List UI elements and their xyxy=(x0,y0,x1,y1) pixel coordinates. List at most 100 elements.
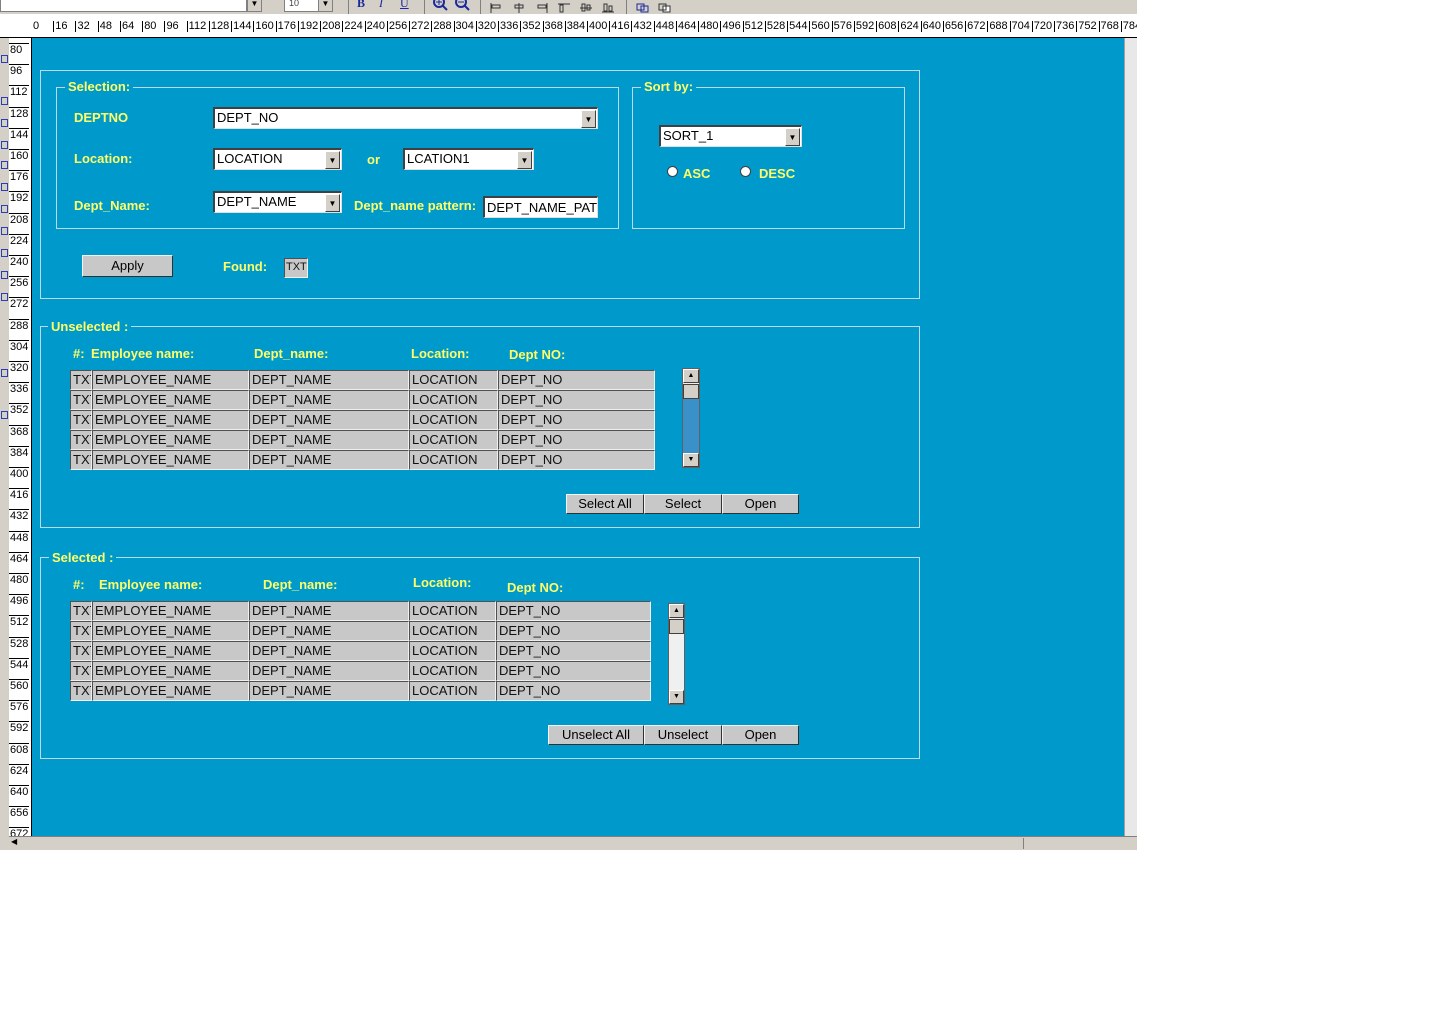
align-center-icon[interactable] xyxy=(513,0,525,14)
chevron-down-icon[interactable]: ▼ xyxy=(325,194,340,212)
palette-tool-icon[interactable] xyxy=(1,183,8,191)
apply-button[interactable]: Apply xyxy=(82,255,173,277)
palette-tool-icon[interactable] xyxy=(1,369,8,377)
palette-tool-icon[interactable] xyxy=(1,293,8,301)
align-middle-icon[interactable] xyxy=(580,0,592,14)
font-size-combo[interactable]: 10 xyxy=(284,0,320,12)
underline-button[interactable]: U xyxy=(400,0,409,10)
table-cell-num[interactable]: TXT xyxy=(70,661,92,681)
align-right-icon[interactable] xyxy=(536,0,548,14)
zoom-out-icon[interactable] xyxy=(454,0,470,14)
palette-tool-icon[interactable] xyxy=(1,205,8,213)
font-size-dropdown-button[interactable]: ▼ xyxy=(318,0,333,12)
table-cell-dept_no[interactable]: DEPT_NO xyxy=(496,681,651,701)
scroll-down-icon[interactable]: ▼ xyxy=(669,690,684,704)
unselect-all-button[interactable]: Unselect All xyxy=(548,725,644,745)
unselect-button[interactable]: Unselect xyxy=(644,725,722,745)
table-cell-dept_name[interactable]: DEPT_NAME xyxy=(249,601,409,621)
scroll-up-icon[interactable]: ▲ xyxy=(683,369,699,383)
table-cell-employee[interactable]: EMPLOYEE_NAME xyxy=(92,430,249,450)
table-cell-num[interactable]: TXT xyxy=(70,430,92,450)
deptno-select[interactable]: DEPT_NO ▼ xyxy=(213,107,598,129)
table-cell-dept_no[interactable]: DEPT_NO xyxy=(498,430,655,450)
select-all-button[interactable]: Select All xyxy=(566,494,644,514)
table-cell-employee[interactable]: EMPLOYEE_NAME xyxy=(92,681,249,701)
table-cell-location[interactable]: LOCATION xyxy=(409,621,496,641)
table-cell-dept_no[interactable]: DEPT_NO xyxy=(496,641,651,661)
location-select[interactable]: LOCATION ▼ xyxy=(213,148,342,170)
selected-scrollbar[interactable]: ▲ ▼ xyxy=(668,603,685,705)
table-cell-location[interactable]: LOCATION xyxy=(409,681,496,701)
align-top-icon[interactable] xyxy=(558,0,570,14)
table-cell-employee[interactable]: EMPLOYEE_NAME xyxy=(92,601,249,621)
chevron-down-icon[interactable]: ▼ xyxy=(325,151,340,169)
scroll-left-icon[interactable]: ◀ xyxy=(11,837,17,846)
palette-tool-icon[interactable] xyxy=(1,55,8,63)
table-cell-dept_name[interactable]: DEPT_NAME xyxy=(249,641,409,661)
table-cell-dept_name[interactable]: DEPT_NAME xyxy=(249,430,409,450)
font-name-combo[interactable] xyxy=(0,0,247,12)
table-cell-employee[interactable]: EMPLOYEE_NAME xyxy=(92,370,249,390)
chevron-down-icon[interactable]: ▼ xyxy=(785,128,800,146)
table-cell-dept_no[interactable]: DEPT_NO xyxy=(496,621,651,641)
table-cell-employee[interactable]: EMPLOYEE_NAME xyxy=(92,641,249,661)
table-cell-employee[interactable]: EMPLOYEE_NAME xyxy=(92,661,249,681)
table-cell-employee[interactable]: EMPLOYEE_NAME xyxy=(92,410,249,430)
table-cell-employee[interactable]: EMPLOYEE_NAME xyxy=(92,390,249,410)
scroll-down-icon[interactable]: ▼ xyxy=(683,453,699,467)
scroll-thumb[interactable] xyxy=(683,384,699,399)
scroll-up-icon[interactable]: ▲ xyxy=(669,604,684,618)
table-cell-dept_no[interactable]: DEPT_NO xyxy=(498,370,655,390)
align-bottom-icon[interactable] xyxy=(602,0,614,14)
table-cell-dept_name[interactable]: DEPT_NAME xyxy=(249,661,409,681)
sort-select[interactable]: SORT_1 ▼ xyxy=(659,125,802,147)
bold-button[interactable]: B xyxy=(357,0,365,10)
font-name-dropdown-button[interactable]: ▼ xyxy=(247,0,262,12)
table-cell-num[interactable]: TXT xyxy=(70,621,92,641)
table-cell-num[interactable]: TXT xyxy=(70,390,92,410)
table-cell-dept_no[interactable]: DEPT_NO xyxy=(498,410,655,430)
table-cell-dept_no[interactable]: DEPT_NO xyxy=(496,661,651,681)
open-unselected-button[interactable]: Open xyxy=(722,494,799,514)
scroll-thumb[interactable] xyxy=(669,619,684,634)
open-selected-button[interactable]: Open xyxy=(722,725,799,745)
table-cell-num[interactable]: TXT xyxy=(70,450,92,470)
palette-tool-icon[interactable] xyxy=(1,271,8,279)
table-cell-dept_name[interactable]: DEPT_NAME xyxy=(249,681,409,701)
palette-tool-icon[interactable] xyxy=(1,249,8,257)
bring-to-front-icon[interactable] xyxy=(636,0,650,14)
pattern-input[interactable]: DEPT_NAME_PAT xyxy=(483,196,598,218)
palette-tool-icon[interactable] xyxy=(1,411,8,419)
table-cell-dept_name[interactable]: DEPT_NAME xyxy=(249,621,409,641)
palette-tool-icon[interactable] xyxy=(1,119,8,127)
chevron-down-icon[interactable]: ▼ xyxy=(581,110,596,128)
table-cell-dept_name[interactable]: DEPT_NAME xyxy=(249,410,409,430)
table-cell-location[interactable]: LOCATION xyxy=(409,430,498,450)
location2-select[interactable]: LCATION1 ▼ xyxy=(403,148,534,170)
table-cell-num[interactable]: TXT xyxy=(70,410,92,430)
scroll-thumb[interactable] xyxy=(23,838,1024,849)
select-button[interactable]: Select xyxy=(644,494,722,514)
italic-button[interactable]: I xyxy=(379,0,383,10)
table-cell-location[interactable]: LOCATION xyxy=(409,390,498,410)
table-cell-dept_no[interactable]: DEPT_NO xyxy=(496,601,651,621)
table-cell-location[interactable]: LOCATION xyxy=(409,370,498,390)
canvas-vertical-scrollbar[interactable] xyxy=(1124,38,1137,836)
table-cell-dept_name[interactable]: DEPT_NAME xyxy=(249,370,409,390)
table-cell-location[interactable]: LOCATION xyxy=(409,661,496,681)
palette-tool-icon[interactable] xyxy=(1,97,8,105)
table-cell-num[interactable]: TXT xyxy=(70,370,92,390)
table-cell-num[interactable]: TXT xyxy=(70,601,92,621)
table-cell-location[interactable]: LOCATION xyxy=(409,641,496,661)
table-cell-dept_name[interactable]: DEPT_NAME xyxy=(249,450,409,470)
canvas-horizontal-scrollbar[interactable]: ◀ xyxy=(9,836,1137,850)
asc-radio[interactable] xyxy=(667,166,678,177)
table-cell-employee[interactable]: EMPLOYEE_NAME xyxy=(92,450,249,470)
table-cell-location[interactable]: LOCATION xyxy=(409,601,496,621)
align-left-icon[interactable] xyxy=(490,0,502,14)
desc-radio[interactable] xyxy=(740,166,751,177)
table-cell-location[interactable]: LOCATION xyxy=(409,410,498,430)
table-cell-employee[interactable]: EMPLOYEE_NAME xyxy=(92,621,249,641)
table-cell-num[interactable]: TXT xyxy=(70,641,92,661)
unselected-scrollbar[interactable]: ▲ ▼ xyxy=(682,368,700,468)
